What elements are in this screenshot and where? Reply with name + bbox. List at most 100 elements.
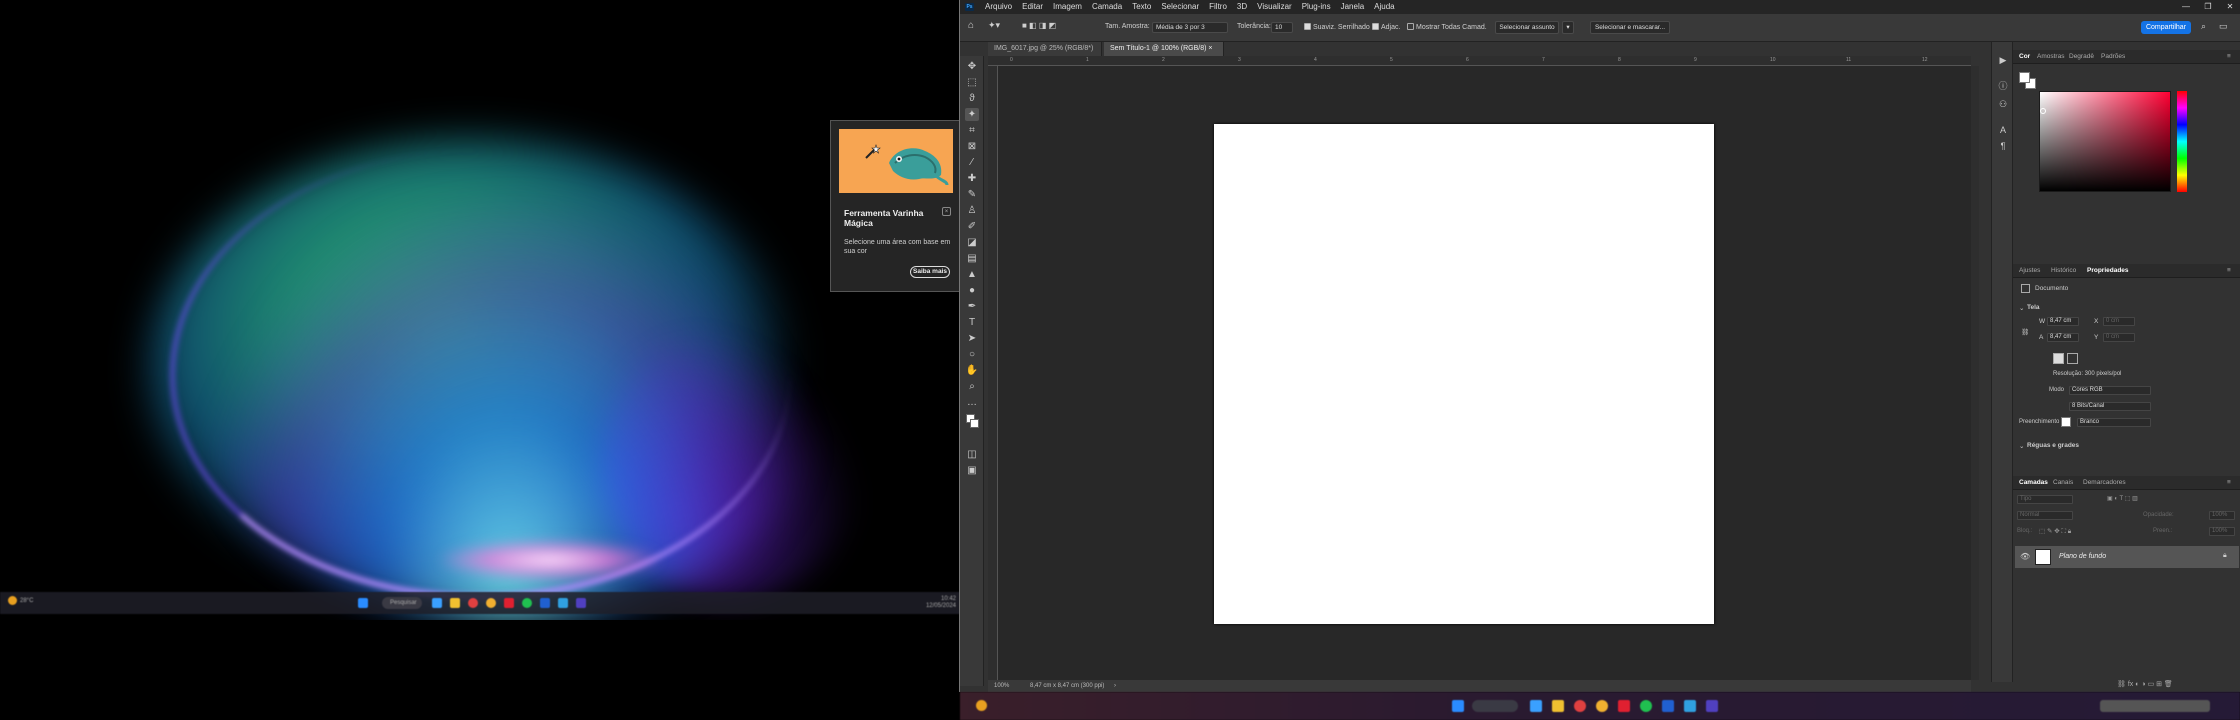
menu-plugins[interactable]: Plug-ins: [1297, 2, 1336, 11]
tab-demarcadores[interactable]: Demarcadores: [2083, 476, 2126, 490]
select-subject-dropdown[interactable]: ▾: [1562, 21, 1574, 34]
zoom-level[interactable]: 100%: [994, 680, 1009, 692]
menu-ajuda[interactable]: Ajuda: [1369, 2, 1399, 11]
zoom-tool-icon[interactable]: ⌕: [965, 380, 979, 393]
menu-arquivo[interactable]: Arquivo: [980, 2, 1017, 11]
minimize-button[interactable]: —: [2175, 0, 2197, 14]
folder-icon[interactable]: [1552, 700, 1564, 712]
tab-padroes[interactable]: Padrões: [2101, 50, 2125, 64]
fill-select[interactable]: Branco: [2077, 418, 2151, 427]
menu-filtro[interactable]: Filtro: [1204, 2, 1232, 11]
lasso-tool-icon[interactable]: ϑ: [965, 92, 979, 105]
close-icon[interactable]: ×: [1208, 45, 1212, 52]
magic-wand-tool-preset-icon[interactable]: ✦▾: [988, 20, 1000, 31]
tab-cor[interactable]: Cor: [2019, 50, 2030, 64]
rulers-grids-section[interactable]: Réguas e grades: [2027, 442, 2079, 449]
panel-menu-icon[interactable]: ≡: [2227, 264, 2231, 278]
weather-widget[interactable]: 28°C: [8, 596, 33, 605]
select-and-mask-button[interactable]: Selecionar e mascarar...: [1590, 21, 1670, 34]
layer-name[interactable]: Plano de fundo: [2059, 553, 2106, 560]
taskbar-search[interactable]: Pesquisar: [382, 597, 422, 609]
more-tools-icon[interactable]: …: [965, 396, 979, 409]
blur-tool-icon[interactable]: ▲: [965, 268, 979, 281]
foreground-swatch[interactable]: [2019, 72, 2030, 83]
fill-input[interactable]: 100%: [2209, 527, 2235, 536]
menu-selecionar[interactable]: Selecionar: [1156, 2, 1204, 11]
quick-mask-icon[interactable]: ◫: [965, 448, 979, 461]
chrome-icon[interactable]: [1596, 700, 1608, 712]
blend-mode-select[interactable]: Normal: [2017, 511, 2073, 520]
tab-sem-titulo-1[interactable]: Sem Título-1 @ 100% (RGB/8) ×: [1104, 42, 1224, 56]
menu-imagem[interactable]: Imagem: [1048, 2, 1087, 11]
eraser-tool-icon[interactable]: ◪: [965, 236, 979, 249]
shape-tool-icon[interactable]: ○: [965, 348, 979, 361]
fill-color-swatch[interactable]: [2061, 417, 2071, 427]
whatsapp-icon[interactable]: [1640, 700, 1652, 712]
type-tool-icon[interactable]: T: [965, 316, 979, 329]
vertical-scrollbar[interactable]: [1971, 66, 1979, 680]
tab-degrade[interactable]: Degradê: [2069, 50, 2094, 64]
menu-janela[interactable]: Janela: [1336, 2, 1370, 11]
history-brush-icon[interactable]: ✐: [965, 220, 979, 233]
photoshop-taskbar-icon[interactable]: [540, 598, 550, 608]
layer-row[interactable]: 👁︎ Plano de fundo 🔒︎: [2015, 546, 2239, 568]
hand-tool-icon[interactable]: ✋: [965, 364, 979, 377]
eye-icon[interactable]: 👁︎: [2020, 552, 2030, 561]
start-icon[interactable]: [1452, 700, 1464, 712]
start-icon[interactable]: [358, 598, 368, 608]
menu-texto[interactable]: Texto: [1127, 2, 1156, 11]
tab-canais[interactable]: Canais: [2053, 476, 2073, 490]
tab-historico[interactable]: Histórico: [2051, 264, 2076, 278]
pen-tool-icon[interactable]: ✒: [965, 300, 979, 313]
people-icon[interactable]: ⚇: [1997, 98, 2009, 110]
tab-propriedades[interactable]: Propriedades: [2087, 264, 2129, 278]
share-button[interactable]: Compartilhar: [2141, 21, 2191, 34]
screen-mode-icon[interactable]: ▣: [965, 464, 979, 477]
document-info[interactable]: 8,47 cm x 8,47 cm (300 ppi): [1030, 680, 1104, 692]
folder-icon[interactable]: [450, 598, 460, 608]
app-icon[interactable]: [1684, 700, 1696, 712]
search-icon[interactable]: ⌕: [2201, 21, 2206, 32]
canvas-section-title[interactable]: Tela: [2027, 304, 2040, 311]
menu-editar[interactable]: Editar: [1017, 2, 1048, 11]
tolerance-input[interactable]: 10: [1271, 22, 1293, 33]
hue-slider[interactable]: [2177, 91, 2187, 192]
path-selection-icon[interactable]: ➤: [965, 332, 979, 345]
document-canvas[interactable]: [1214, 124, 1714, 624]
lock-icon[interactable]: 🔒︎: [2223, 552, 2227, 560]
healing-brush-icon[interactable]: ✚: [965, 172, 979, 185]
background-color[interactable]: [970, 419, 979, 428]
color-cursor[interactable]: [2040, 108, 2046, 114]
photoshop-taskbar-icon[interactable]: [1662, 700, 1674, 712]
chevron-down-icon[interactable]: ⌄: [2019, 442, 2024, 450]
tab-img-6017[interactable]: IMG_6017.jpg @ 25% (RGB/8*) ×: [988, 42, 1102, 66]
eyedropper-tool-icon[interactable]: ⁄: [965, 156, 979, 169]
height-input[interactable]: 8,47 cm: [2047, 333, 2079, 342]
marquee-tool-icon[interactable]: ⬚: [965, 76, 979, 89]
home-icon[interactable]: ⌂: [968, 20, 974, 31]
selection-mode-icons[interactable]: ■ ◧ ◨ ◩: [1022, 21, 1056, 30]
width-input[interactable]: 8,47 cm: [2047, 317, 2079, 326]
tab-ajustes[interactable]: Ajustes: [2019, 264, 2040, 278]
move-tool-icon[interactable]: ✥: [965, 60, 979, 73]
paragraph-icon[interactable]: ¶: [1997, 140, 2009, 152]
app-icon[interactable]: [1706, 700, 1718, 712]
sample-size-select[interactable]: Média de 3 por 3: [1152, 22, 1228, 33]
maximize-button[interactable]: ❐: [2197, 0, 2219, 14]
bit-depth-select[interactable]: 8 Bits/Canal: [2069, 402, 2151, 411]
layer-filter-input[interactable]: Tipo: [2017, 495, 2073, 504]
learn-more-button[interactable]: Saiba mais: [910, 266, 950, 278]
panel-menu-icon[interactable]: ≡: [2227, 476, 2231, 490]
sample-all-checkbox[interactable]: Mostrar Todas Camad.: [1407, 23, 1487, 31]
info-icon[interactable]: ⓘ: [1997, 80, 2009, 92]
x-input[interactable]: 0 cm: [2103, 317, 2135, 326]
app-icon[interactable]: [576, 598, 586, 608]
app-icon[interactable]: [504, 598, 514, 608]
select-subject-button[interactable]: Selecionar assunto: [1495, 21, 1559, 34]
magic-wand-tool-icon[interactable]: ✦: [965, 108, 979, 121]
workspace-icon[interactable]: ▭: [2219, 21, 2228, 32]
portrait-orientation-icon[interactable]: [2053, 353, 2064, 364]
close-window-button[interactable]: ✕: [2219, 0, 2240, 14]
browser-icon[interactable]: [1574, 700, 1586, 712]
layer-filter-icons[interactable]: ▣ ◐ T ⬚ ▥: [2107, 495, 2138, 502]
